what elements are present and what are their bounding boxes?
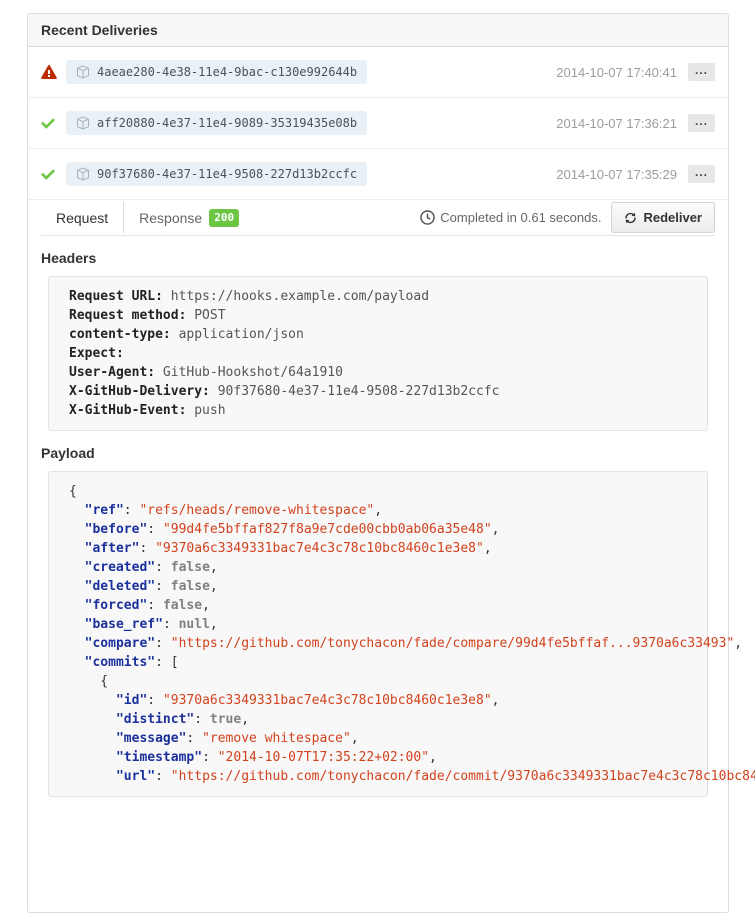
delivery-timestamp: 2014-10-07 17:40:41 <box>556 65 677 80</box>
delivery-row[interactable]: 4aeae280-4e38-11e4-9bac-c130e992644b 201… <box>28 47 728 98</box>
header-key: User-Agent: <box>69 365 155 380</box>
alert-icon <box>41 64 59 80</box>
response-status-badge: 200 <box>209 209 239 227</box>
package-icon <box>76 116 90 130</box>
check-icon <box>41 116 59 130</box>
header-line: Request method: POST <box>69 306 687 325</box>
header-key: Expect: <box>69 346 124 361</box>
tab-request[interactable]: Request <box>41 210 123 226</box>
delivery-uuid-badge: 4aeae280-4e38-11e4-9bac-c130e992644b <box>66 60 367 84</box>
clock-icon <box>420 210 435 225</box>
check-icon <box>41 167 59 181</box>
header-line: Request URL: https://hooks.example.com/p… <box>69 287 687 306</box>
redeliver-button[interactable]: Redeliver <box>611 202 715 233</box>
completed-text: Completed in 0.61 seconds. <box>440 210 601 225</box>
redeliver-label: Redeliver <box>643 210 702 225</box>
payload-json: { "ref": "refs/heads/remove-whitespace",… <box>48 471 708 797</box>
header-value: 90f37680-4e37-11e4-9508-227d13b2ccfc <box>218 384 500 399</box>
headers-title: Headers <box>41 250 715 266</box>
delivery-uuid-badge: 90f37680-4e37-11e4-9508-227d13b2ccfc <box>66 162 367 186</box>
package-icon <box>76 65 90 79</box>
delivery-uuid-badge: aff20880-4e37-11e4-9089-35319435e08b <box>66 111 367 135</box>
header-line: User-Agent: GitHub-Hookshot/64a1910 <box>69 363 687 382</box>
delivery-detail-tabs: Request Response 200 Completed in 0.61 s… <box>41 200 715 236</box>
delivery-uuid: 4aeae280-4e38-11e4-9bac-c130e992644b <box>97 65 357 79</box>
header-line: X-GitHub-Event: push <box>69 401 687 420</box>
package-icon <box>76 167 90 181</box>
delivery-timestamp: 2014-10-07 17:35:29 <box>556 167 677 182</box>
header-line: content-type: application/json <box>69 325 687 344</box>
delivery-row[interactable]: aff20880-4e37-11e4-9089-35319435e08b 201… <box>28 98 728 149</box>
delivery-menu-button[interactable]: ... <box>688 63 715 81</box>
header-key: content-type: <box>69 327 171 342</box>
delivery-uuid: 90f37680-4e37-11e4-9508-227d13b2ccfc <box>97 167 357 181</box>
delivery-uuid: aff20880-4e37-11e4-9089-35319435e08b <box>97 116 357 130</box>
delivery-menu-button[interactable]: ... <box>688 165 715 183</box>
header-key: X-GitHub-Event: <box>69 403 186 418</box>
recent-deliveries-panel: Recent Deliveries 4aeae280-4e38-11e4-9ba… <box>27 13 729 913</box>
header-value: POST <box>194 308 225 323</box>
delivery-row[interactable]: 90f37680-4e37-11e4-9508-227d13b2ccfc 201… <box>28 149 728 200</box>
sync-icon <box>624 211 637 225</box>
header-value: application/json <box>179 327 304 342</box>
header-key: X-GitHub-Delivery: <box>69 384 210 399</box>
header-value: GitHub-Hookshot/64a1910 <box>163 365 343 380</box>
header-key: Request method: <box>69 308 186 323</box>
delivery-menu-button[interactable]: ... <box>688 114 715 132</box>
header-key: Request URL: <box>69 289 163 304</box>
delivery-timestamp: 2014-10-07 17:36:21 <box>556 116 677 131</box>
completed-status: Completed in 0.61 seconds. <box>420 210 601 225</box>
header-value: push <box>194 403 225 418</box>
panel-title: Recent Deliveries <box>28 14 728 47</box>
payload-title: Payload <box>41 445 715 461</box>
header-value: https://hooks.example.com/payload <box>171 289 429 304</box>
header-line: Expect: <box>69 344 687 363</box>
tab-response[interactable]: Response 200 <box>124 209 254 227</box>
headers-box: Request URL: https://hooks.example.com/p… <box>48 276 708 431</box>
header-line: X-GitHub-Delivery: 90f37680-4e37-11e4-95… <box>69 382 687 401</box>
